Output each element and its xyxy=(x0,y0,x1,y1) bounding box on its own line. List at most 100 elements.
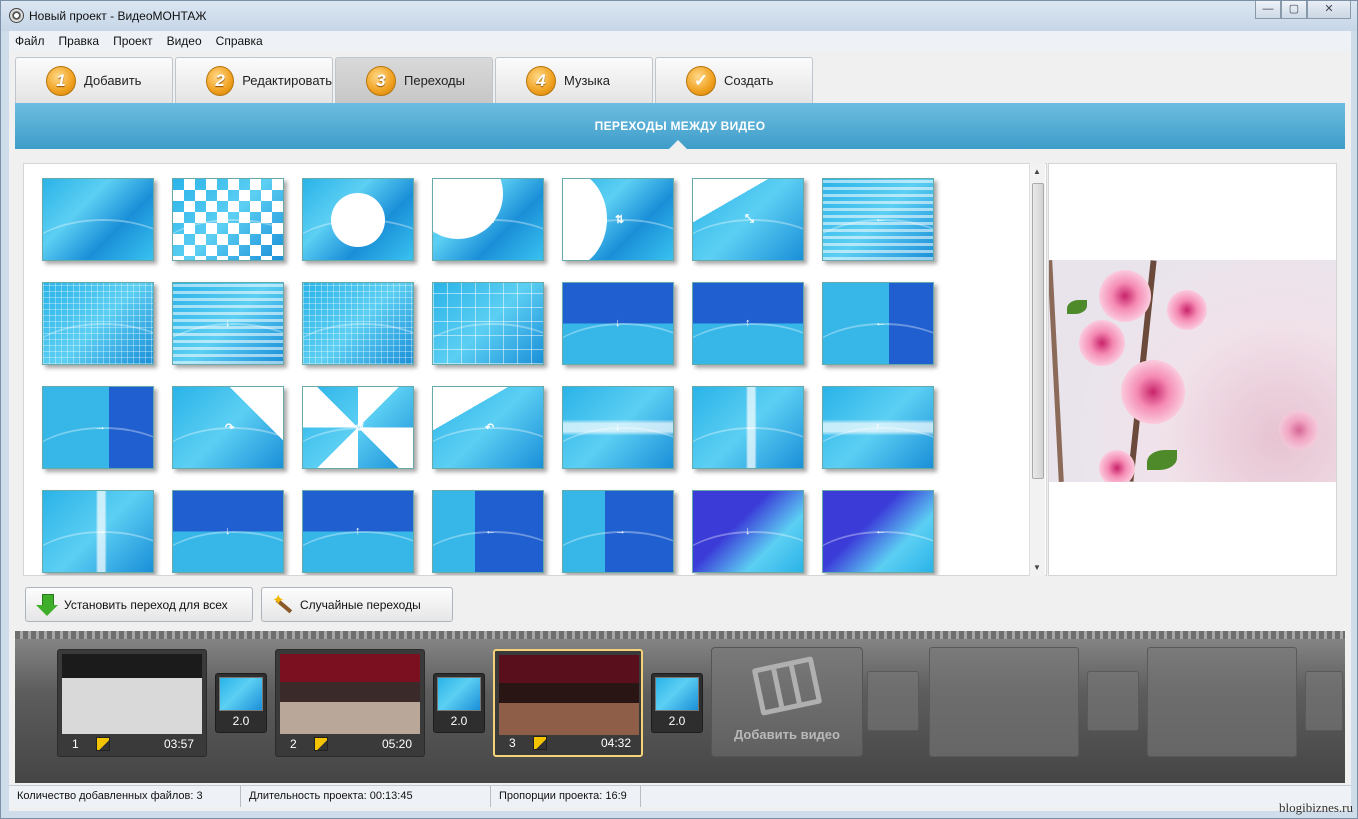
empty-clip-slot xyxy=(929,647,1079,757)
transition-thumb[interactable]: ⤡ xyxy=(432,178,544,261)
tab-add[interactable]: 1 Добавить xyxy=(15,57,173,103)
film-icon xyxy=(751,656,823,716)
transition-thumb[interactable]: → xyxy=(42,490,154,573)
main-area: 1 Добавить 2 Редактировать 3 Переходы 4 … xyxy=(9,51,1351,811)
menu-video[interactable]: Видео xyxy=(167,34,202,48)
clip-thumbnail xyxy=(499,655,639,735)
apply-all-button[interactable]: Установить переход для всех xyxy=(25,587,253,622)
step-3-icon: 3 xyxy=(366,65,396,96)
grid-scrollbar[interactable]: ▲ ▼ xyxy=(1029,163,1045,576)
pencil-icon[interactable] xyxy=(314,737,328,751)
maximize-button[interactable]: ▢ xyxy=(1281,1,1307,19)
pencil-icon[interactable] xyxy=(533,736,547,750)
transition-thumb[interactable]: ↑ xyxy=(692,282,804,365)
transition-thumb[interactable]: ✥ xyxy=(302,178,414,261)
menu-help[interactable]: Справка xyxy=(216,34,263,48)
film-strip xyxy=(15,631,1345,639)
transition-thumb[interactable]: ⤡ xyxy=(692,178,804,261)
transition-thumb[interactable]: ↑ xyxy=(822,386,934,469)
tab-create[interactable]: ✓ Создать xyxy=(655,57,813,103)
clip-number: 3 xyxy=(509,736,516,750)
menu-file[interactable]: Файл xyxy=(15,34,45,48)
transition-slot-3[interactable]: 2.0 xyxy=(651,673,703,733)
tab-label: Музыка xyxy=(564,73,610,88)
empty-transition-slot xyxy=(1087,671,1139,731)
transition-thumb[interactable] xyxy=(432,282,544,365)
transition-thumb[interactable] xyxy=(42,178,154,261)
clip-duration: 04:32 xyxy=(600,736,631,750)
pencil-icon[interactable] xyxy=(96,737,110,751)
transition-duration: 2.0 xyxy=(450,714,468,728)
transition-thumb[interactable]: ↺ xyxy=(302,386,414,469)
step-2-icon: 2 xyxy=(206,65,235,96)
status-duration: Длительность проекта: 00:13:45 xyxy=(241,786,491,807)
transition-thumb[interactable]: ← xyxy=(822,490,934,573)
transition-thumb[interactable]: → xyxy=(562,490,674,573)
transition-thumbnail xyxy=(437,677,481,711)
transition-thumb[interactable]: → xyxy=(42,386,154,469)
transition-duration: 2.0 xyxy=(232,714,250,728)
empty-transition-slot xyxy=(1305,671,1343,731)
scroll-down-icon[interactable]: ▼ xyxy=(1033,563,1041,572)
close-button[interactable]: ✕ xyxy=(1307,1,1351,19)
transition-thumb[interactable]: ↓ xyxy=(172,282,284,365)
timeline-clip-2[interactable]: 2 05:20 xyxy=(275,649,425,757)
transition-thumb[interactable] xyxy=(172,178,284,261)
step-4-icon: 4 xyxy=(526,65,556,96)
transition-thumb[interactable]: ↷ xyxy=(172,386,284,469)
app-window: Новый проект - ВидеоМОНТАЖ — ▢ ✕ Файл Пр… xyxy=(0,0,1358,819)
transition-thumb[interactable]: ↓ xyxy=(562,386,674,469)
transition-thumb[interactable]: ↓ xyxy=(562,282,674,365)
tab-label: Переходы xyxy=(404,73,465,88)
timeline-clip-3[interactable]: 3 04:32 xyxy=(493,649,643,757)
scroll-up-icon[interactable]: ▲ xyxy=(1033,167,1041,176)
timeline: 1 03:57 2.0 2 05:20 2.0 3 04:32 2.0 Доба… xyxy=(15,631,1345,783)
transition-thumb[interactable]: ↓ xyxy=(172,490,284,573)
menu-project[interactable]: Проект xyxy=(113,34,153,48)
transition-thumb[interactable]: ↓ xyxy=(692,490,804,573)
transition-slot-1[interactable]: 2.0 xyxy=(215,673,267,733)
menu-edit[interactable]: Правка xyxy=(59,34,100,48)
preview-panel xyxy=(1048,163,1337,576)
tab-edit[interactable]: 2 Редактировать xyxy=(175,57,333,103)
header-pointer xyxy=(668,140,688,150)
transition-thumb[interactable]: ← xyxy=(692,386,804,469)
random-transitions-button[interactable]: Случайные переходы xyxy=(261,587,453,622)
transition-thumb[interactable]: ↶ xyxy=(432,386,544,469)
status-ratio: Пропорции проекта: 16:9 xyxy=(491,786,641,807)
tab-transitions[interactable]: 3 Переходы xyxy=(335,57,493,103)
clip-number: 1 xyxy=(72,737,79,751)
checkmark-icon: ✓ xyxy=(686,65,716,96)
transition-thumb[interactable]: ⇅ xyxy=(562,178,674,261)
timeline-clip-1[interactable]: 1 03:57 xyxy=(57,649,207,757)
status-files: Количество добавленных файлов: 3 xyxy=(9,786,241,807)
empty-transition-slot xyxy=(867,671,919,731)
random-label: Случайные переходы xyxy=(300,597,421,612)
status-bar: Количество добавленных файлов: 3 Длитель… xyxy=(9,785,1351,807)
transition-thumb[interactable]: ↑ xyxy=(302,490,414,573)
minimize-button[interactable]: — xyxy=(1255,1,1281,19)
preview-image xyxy=(1049,260,1336,482)
title-bar: Новый проект - ВидеоМОНТАЖ — ▢ ✕ xyxy=(1,1,1357,31)
transition-slot-2[interactable]: 2.0 xyxy=(433,673,485,733)
tab-label: Редактировать xyxy=(242,73,332,88)
transition-thumb[interactable]: ← xyxy=(822,178,934,261)
scroll-thumb[interactable] xyxy=(1032,183,1044,479)
app-icon xyxy=(9,8,24,23)
magic-wand-icon xyxy=(272,591,294,616)
tab-label: Добавить xyxy=(84,73,142,88)
transition-thumb[interactable] xyxy=(302,282,414,365)
transition-thumbnail xyxy=(219,677,263,711)
clip-thumbnail xyxy=(62,654,202,734)
transition-thumb[interactable]: ← xyxy=(822,282,934,365)
clip-number: 2 xyxy=(290,737,297,751)
tab-music[interactable]: 4 Музыка xyxy=(495,57,653,103)
apply-all-label: Установить переход для всех xyxy=(64,597,228,612)
green-arrow-down-icon xyxy=(36,593,58,616)
transition-thumb[interactable] xyxy=(42,282,154,365)
clip-duration: 05:20 xyxy=(381,737,412,751)
add-video-button[interactable]: Добавить видео xyxy=(711,647,863,757)
step-tabs: 1 Добавить 2 Редактировать 3 Переходы 4 … xyxy=(15,57,813,103)
transition-thumb[interactable]: ← xyxy=(432,490,544,573)
transitions-grid: ✥ ⤡ ⇅ ⤡ ← ↓ ↓ ↑ ← → ↷ ↺ ↶ ↓ ← ↑ → ↓ ↑ ← → ↓ ← xyxy=(23,163,1047,576)
